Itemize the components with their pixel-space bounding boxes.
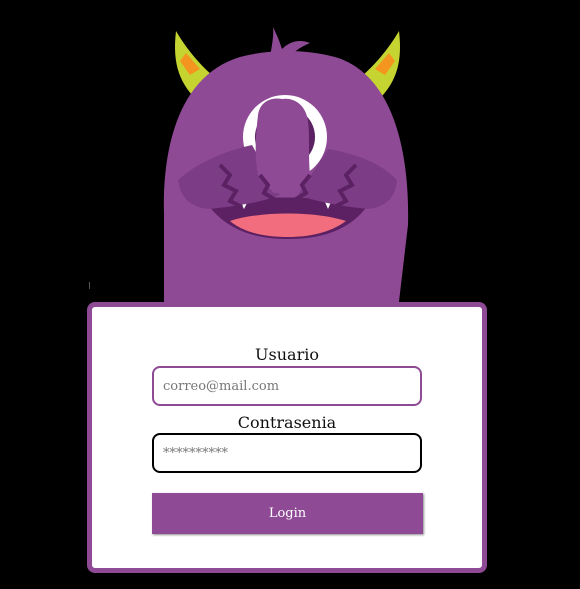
login-page: Usuario Contrasenia Login: [0, 0, 580, 589]
monster-mascot-icon: [163, 27, 409, 310]
username-input[interactable]: [152, 366, 422, 406]
stray-mark: [89, 282, 90, 289]
login-card: Usuario Contrasenia Login: [87, 302, 487, 573]
login-button[interactable]: Login: [152, 493, 423, 534]
username-label: Usuario: [255, 345, 319, 364]
password-label: Contrasenia: [237, 413, 337, 432]
password-input[interactable]: [152, 433, 422, 473]
